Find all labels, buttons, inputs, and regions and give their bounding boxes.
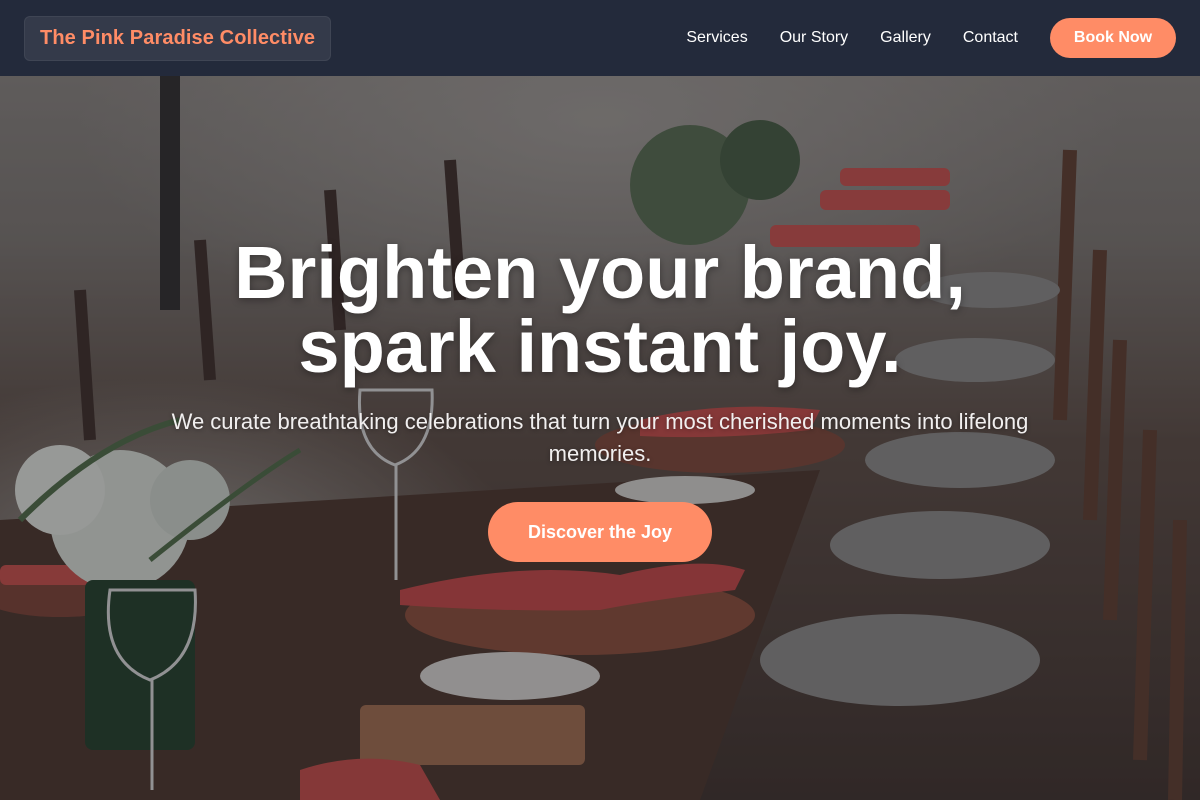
hero-headline-line-2: spark instant joy. bbox=[298, 305, 902, 388]
nav-link-our-story[interactable]: Our Story bbox=[780, 29, 848, 47]
book-now-button[interactable]: Book Now bbox=[1050, 18, 1176, 58]
main-nav: Services Our Story Gallery Contact Book … bbox=[686, 18, 1176, 58]
hero-headline: Brighten your brand, spark instant joy. bbox=[150, 236, 1050, 384]
page: The Pink Paradise Collective Services Ou… bbox=[0, 0, 1200, 800]
nav-link-gallery[interactable]: Gallery bbox=[880, 29, 931, 47]
site-header: The Pink Paradise Collective Services Ou… bbox=[0, 0, 1200, 76]
hero-subheadline: We curate breathtaking celebrations that… bbox=[171, 409, 1029, 466]
hero-section: Brighten your brand, spark instant joy. … bbox=[0, 76, 1200, 800]
discover-the-joy-button[interactable]: Discover the Joy bbox=[488, 502, 712, 562]
hero-headline-line-1: Brighten your brand, bbox=[234, 231, 966, 314]
nav-link-contact[interactable]: Contact bbox=[963, 29, 1018, 47]
brand-logo[interactable]: The Pink Paradise Collective bbox=[24, 15, 332, 61]
nav-link-services[interactable]: Services bbox=[686, 29, 747, 47]
